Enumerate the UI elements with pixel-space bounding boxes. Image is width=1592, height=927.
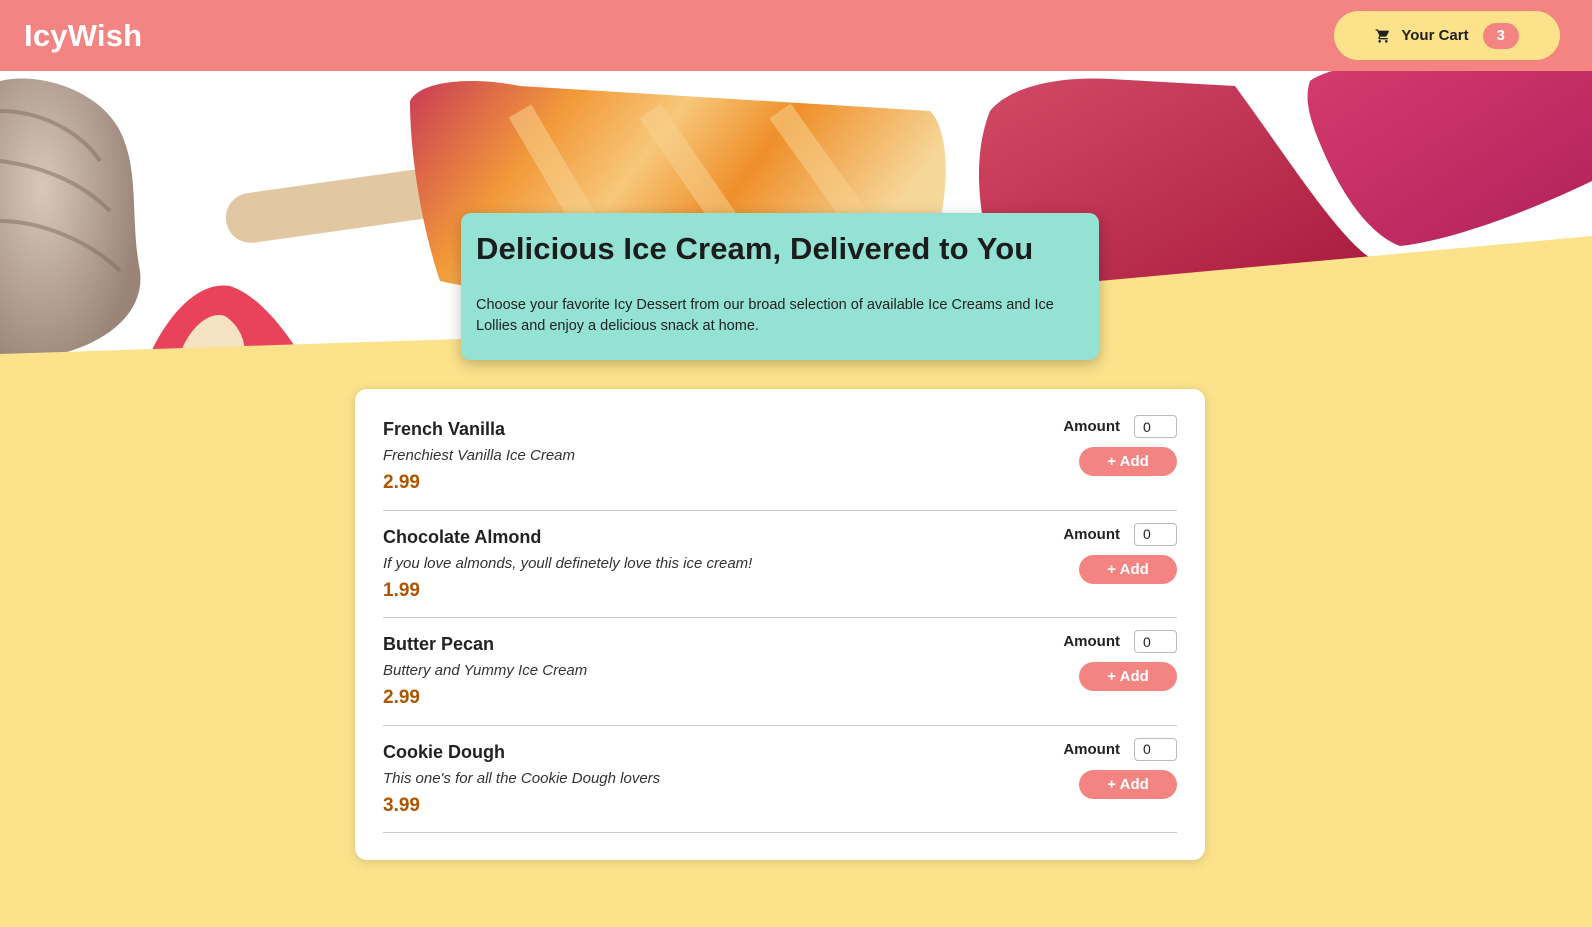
- meal-name: Chocolate Almond: [383, 526, 542, 547]
- meal-name: Cookie Dough: [383, 741, 505, 762]
- amount-row: Amount: [1063, 522, 1177, 546]
- meal-item-french-vanilla: French Vanilla Frenchiest Vanilla Ice Cr…: [383, 403, 1177, 511]
- amount-input[interactable]: [1134, 522, 1177, 546]
- meal-description: This one's for all the Cookie Dough love…: [383, 769, 661, 787]
- amount-input[interactable]: [1134, 737, 1177, 761]
- cart-count-badge: 3: [1482, 22, 1519, 49]
- summary-text: Choose your favorite Icy Dessert from ou…: [476, 297, 1054, 334]
- add-button[interactable]: + Add: [1079, 447, 1177, 476]
- add-button[interactable]: + Add: [1079, 769, 1177, 799]
- meal-price: 3.99: [383, 794, 420, 816]
- amount-row: Amount: [1063, 737, 1177, 761]
- add-button[interactable]: + Add: [1079, 554, 1177, 584]
- meal-item-cookie-dough: Cookie Dough This one's for all the Cook…: [383, 726, 1177, 833]
- amount-label: Amount: [1063, 740, 1120, 758]
- meal-info: Cookie Dough This one's for all the Cook…: [383, 742, 660, 817]
- meal-description: If you love almonds, youll definetely lo…: [383, 554, 753, 572]
- meal-name: French Vanilla: [383, 419, 506, 439]
- brand-logo: IcyWish: [24, 17, 143, 53]
- amount-input[interactable]: [1134, 630, 1177, 653]
- amount-input[interactable]: [1134, 415, 1177, 438]
- meal-item-butter-pecan: Butter Pecan Buttery and Yummy Ice Cream…: [383, 618, 1177, 726]
- cart-icon: [1376, 28, 1390, 43]
- amount-label: Amount: [1063, 525, 1120, 543]
- amount-label: Amount: [1063, 633, 1120, 650]
- meal-form: Amount + Add: [1063, 630, 1177, 691]
- add-button[interactable]: + Add: [1079, 662, 1177, 691]
- meal-info: French Vanilla Frenchiest Vanilla Ice Cr…: [383, 419, 575, 494]
- meal-form: Amount + Add: [1063, 415, 1177, 476]
- app-header: IcyWish Your Cart 3: [0, 0, 1592, 71]
- meal-description: Buttery and Yummy Ice Cream: [383, 662, 588, 679]
- meal-info: Butter Pecan Buttery and Yummy Ice Cream…: [383, 634, 587, 709]
- summary-card: Delicious Ice Cream, Delivered to You Ch…: [461, 213, 1099, 360]
- meal-name: Butter Pecan: [383, 634, 495, 654]
- cart-label: Your Cart: [1401, 27, 1469, 44]
- meal-price: 1.99: [383, 579, 420, 601]
- cart-button[interactable]: Your Cart 3: [1334, 11, 1560, 60]
- meal-price: 2.99: [383, 687, 420, 708]
- meal-info: Chocolate Almond If you love almonds, yo…: [383, 527, 752, 602]
- meal-price: 2.99: [383, 472, 420, 493]
- meal-item-chocolate-almond: Chocolate Almond If you love almonds, yo…: [383, 511, 1177, 618]
- meal-form: Amount + Add: [1063, 737, 1177, 799]
- meals-list: French Vanilla Frenchiest Vanilla Ice Cr…: [355, 389, 1205, 860]
- amount-row: Amount: [1063, 630, 1177, 653]
- meal-description: Frenchiest Vanilla Ice Cream: [383, 447, 576, 464]
- amount-row: Amount: [1063, 415, 1177, 438]
- summary-title: Delicious Ice Cream, Delivered to You: [476, 231, 1034, 266]
- amount-label: Amount: [1063, 418, 1120, 435]
- meal-form: Amount + Add: [1063, 522, 1177, 584]
